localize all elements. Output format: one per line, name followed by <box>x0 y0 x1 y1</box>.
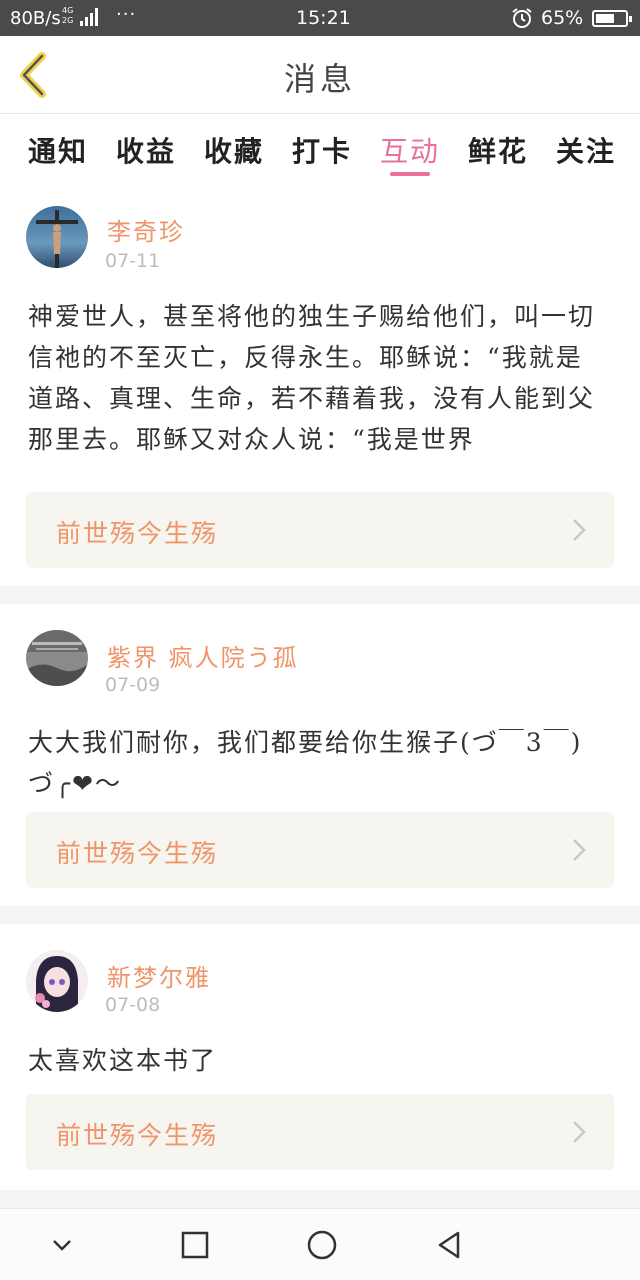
message-card: 李奇珍 07-11 神爱世人，甚至将他的独生子赐给他们，叫一切信祂的不至灭亡，反… <box>0 186 640 586</box>
tab-following[interactable]: 关注 <box>556 130 616 170</box>
message-date: 07-09 <box>105 674 161 696</box>
book-title: 前世殇今生殇 <box>56 1121 219 1150</box>
book-link[interactable]: 前世殇今生殇 <box>26 492 614 568</box>
signal-icon: 4G 2G <box>62 6 102 28</box>
comment-text: 太喜欢这本书了 <box>28 1046 218 1075</box>
clock: 15:21 <box>296 7 351 29</box>
chevron-right-icon <box>573 519 586 541</box>
message-card: 新梦尔雅 07-08 太喜欢这本书了 前世殇今生殇 <box>0 924 640 1190</box>
triangle-back-icon[interactable] <box>434 1229 466 1261</box>
tab-notifications[interactable]: 通知 <box>28 130 88 170</box>
tab-flowers[interactable]: 鲜花 <box>468 130 528 170</box>
crucifix-avatar[interactable] <box>26 206 88 268</box>
system-nav-bar <box>0 1208 640 1280</box>
message-date: 07-11 <box>105 250 161 272</box>
chevron-right-icon <box>573 1121 586 1143</box>
tab-interaction[interactable]: 互动 <box>380 130 440 176</box>
book-link[interactable]: 前世殇今生殇 <box>26 1094 614 1170</box>
status-bar: 80B/s 4G 2G ··· 15:21 65% <box>0 0 640 36</box>
comment-text: 大大我们耐你，我们都要给你生猴子(づ￣3￣)づ╭❤～ <box>28 728 583 798</box>
tab-bar: 通知 收益 收藏 打卡 互动 鲜花 关注 <box>0 114 640 186</box>
page-title: 消息 <box>283 60 356 98</box>
chevron-right-icon <box>573 839 586 861</box>
book-title: 前世殇今生殇 <box>56 519 219 548</box>
net-speed: 80B/s <box>10 8 61 29</box>
grey-landscape-avatar[interactable] <box>26 630 88 686</box>
username[interactable]: 紫界 疯人院う孤 <box>107 638 299 673</box>
anime-girl-avatar[interactable] <box>26 950 88 1012</box>
alarm-icon <box>512 8 532 28</box>
book-link[interactable]: 前世殇今生殇 <box>26 812 614 888</box>
book-title: 前世殇今生殇 <box>56 839 219 868</box>
username[interactable]: 李奇珍 <box>107 212 185 247</box>
tab-favorites[interactable]: 收藏 <box>204 130 264 170</box>
circle-icon[interactable] <box>306 1229 338 1261</box>
tab-earnings[interactable]: 收益 <box>116 130 176 170</box>
message-card: 紫界 疯人院う孤 07-09 大大我们耐你，我们都要给你生猴子(づ￣3￣)づ╭❤… <box>0 604 640 906</box>
more-notifications: ··· <box>116 4 137 25</box>
battery-percent: 65% <box>541 7 584 29</box>
username[interactable]: 新梦尔雅 <box>107 958 211 993</box>
square-icon[interactable] <box>179 1229 211 1261</box>
app-header: 消息 <box>0 36 640 114</box>
message-date: 07-08 <box>105 994 161 1016</box>
comment-text: 神爱世人，甚至将他的独生子赐给他们，叫一切信祂的不至灭亡，反得永生。耶稣说：“我… <box>28 302 596 454</box>
battery-icon <box>592 10 632 27</box>
active-tab-indicator <box>390 172 431 176</box>
chevron-down-icon[interactable] <box>46 1229 78 1261</box>
tab-checkin[interactable]: 打卡 <box>292 130 352 170</box>
